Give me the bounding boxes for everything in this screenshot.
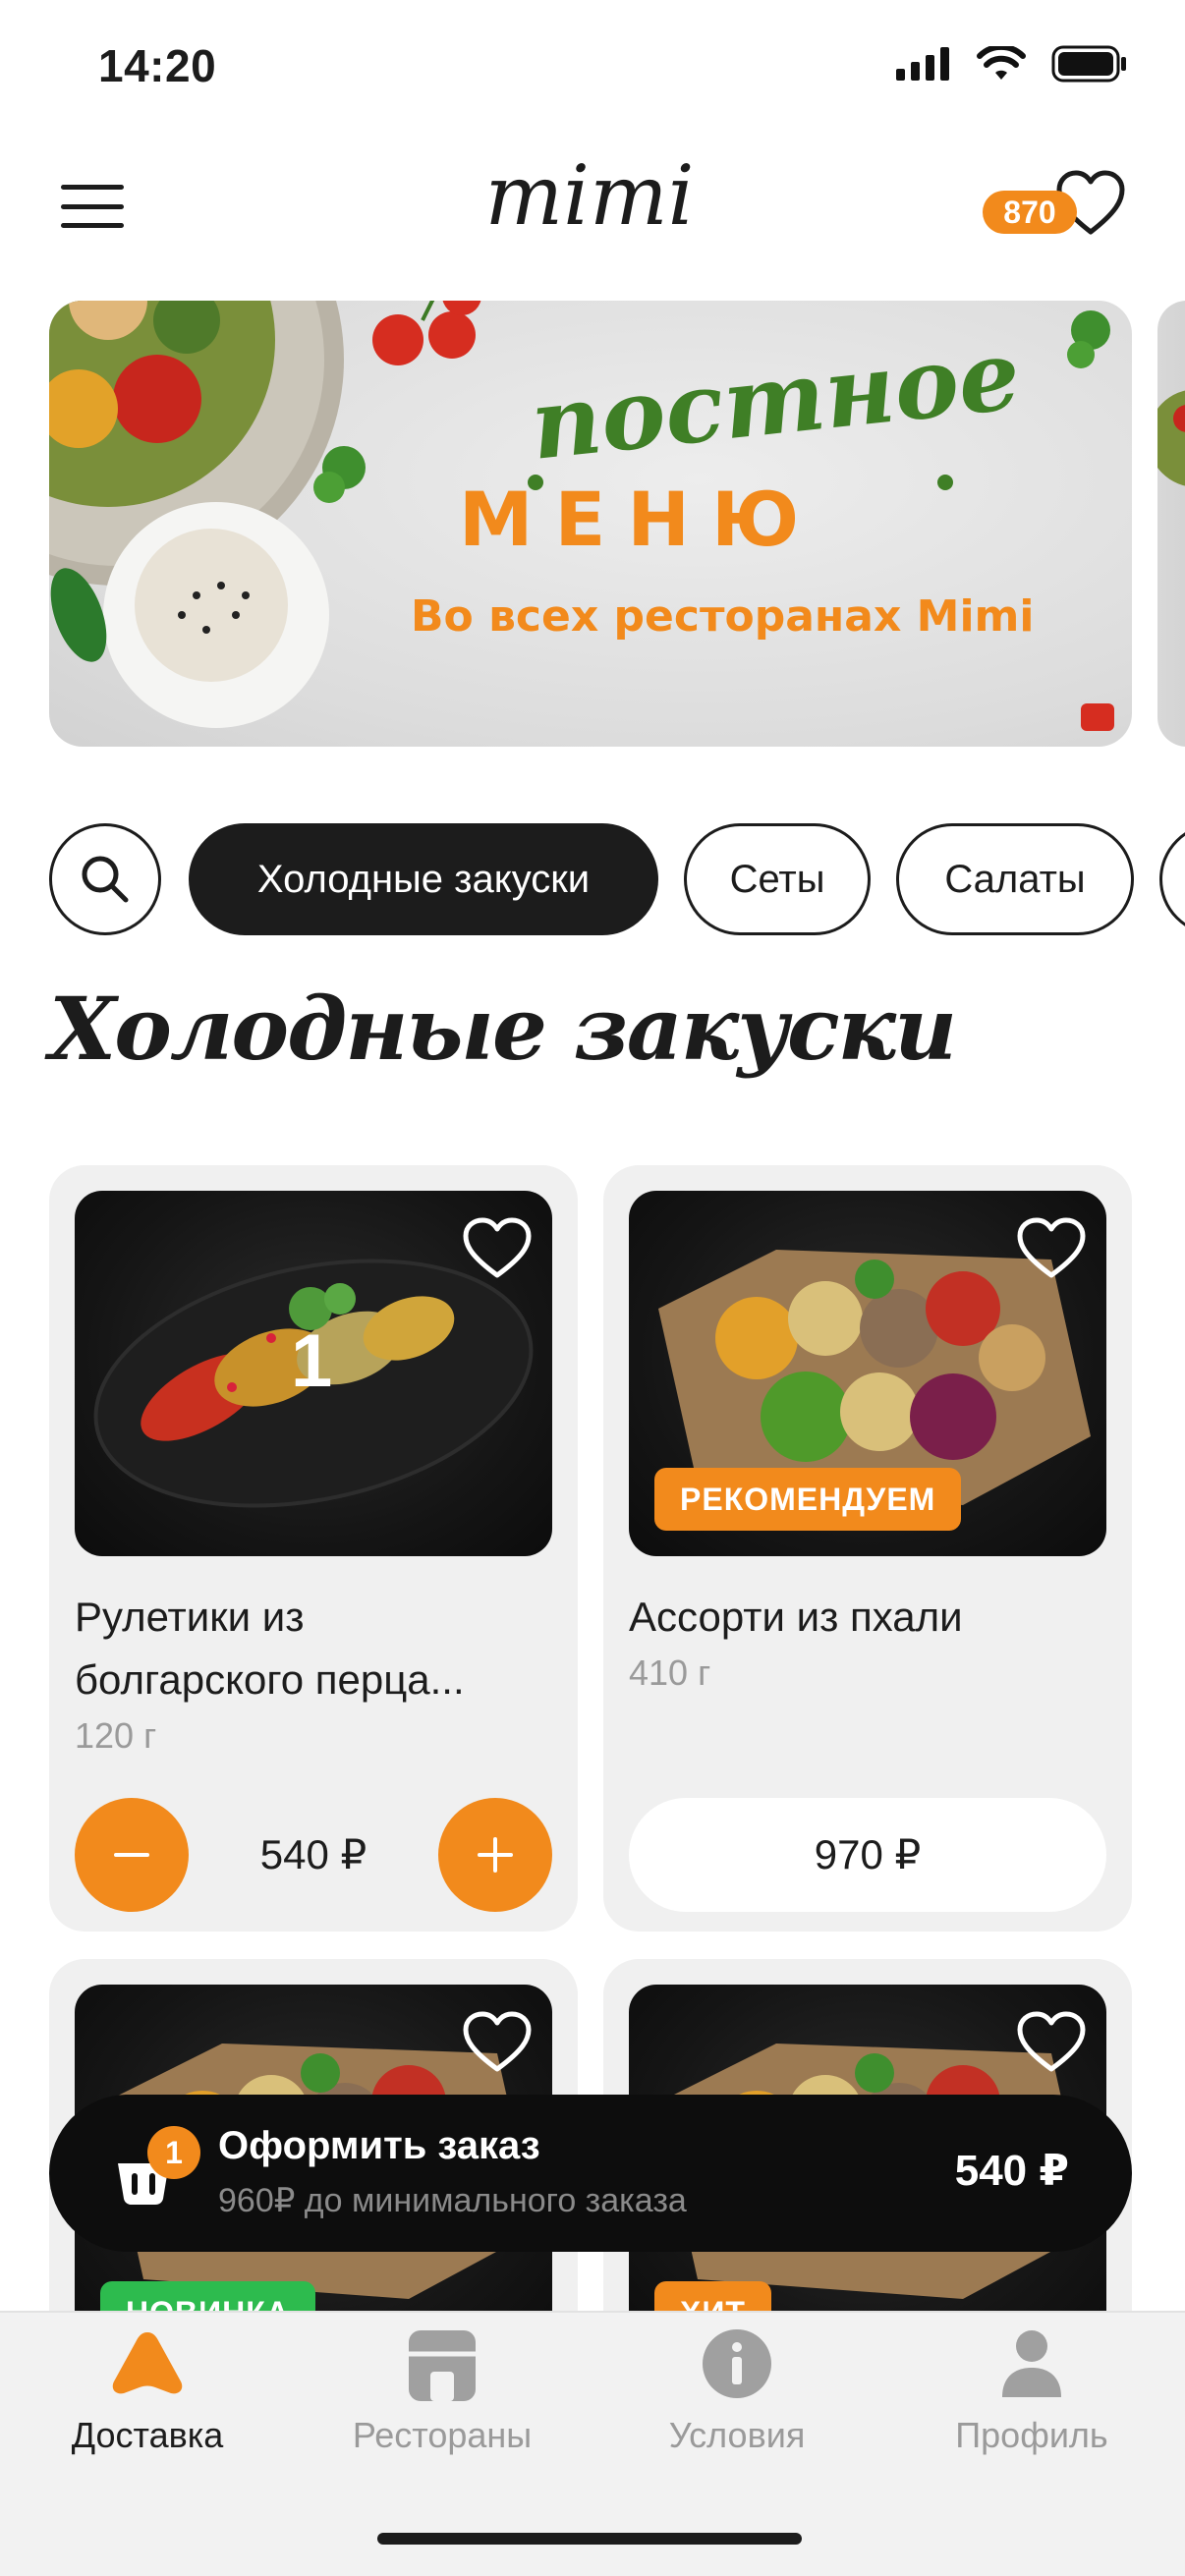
category-chips: Холодные закуски Сеты Салаты bbox=[49, 823, 1185, 937]
delivery-icon bbox=[112, 2332, 183, 2394]
tab-label: Профиль bbox=[955, 2415, 1108, 2455]
chip-sets[interactable]: Сеты bbox=[684, 823, 871, 935]
mimi-logo[interactable]: mimi bbox=[393, 157, 786, 246]
favorite-heart-icon[interactable] bbox=[462, 2010, 533, 2075]
product-image[interactable]: РЕКОМЕНДУЕМ bbox=[629, 1191, 1106, 1556]
favorite-heart-icon[interactable] bbox=[1016, 2010, 1087, 2075]
plus-icon bbox=[478, 1837, 513, 1873]
tab-label: Доставка bbox=[71, 2415, 224, 2455]
status-time: 14:20 bbox=[98, 40, 217, 91]
banner-script-text: постное bbox=[526, 318, 1025, 482]
tab-conditions[interactable]: Условия bbox=[590, 2313, 884, 2499]
recommended-badge: РЕКОМЕНДУЕМ bbox=[654, 1468, 962, 1531]
promo-banner[interactable]: постное МЕНЮ Во всех ресторанах Mimi bbox=[49, 301, 1132, 747]
product-image[interactable]: 1 bbox=[75, 1191, 552, 1556]
in-cart-quantity: 1 bbox=[291, 1319, 333, 1403]
product-card[interactable]: 1 Рулетики из болгарского перца... 120 г… bbox=[49, 1165, 578, 1932]
product-name: Рулетики из болгарского перца... bbox=[75, 1594, 465, 1703]
tab-delivery[interactable]: Доставка bbox=[0, 2313, 295, 2499]
section-title: Холодные закуски bbox=[49, 978, 957, 1080]
favorite-heart-icon[interactable] bbox=[1016, 1216, 1087, 1281]
banner-subtitle: Во всех ресторанах Mimi bbox=[411, 591, 1035, 642]
home-indicator[interactable] bbox=[377, 2533, 802, 2545]
banner-headline: МЕНЮ bbox=[458, 476, 821, 563]
checkout-minimum-note: 960₽ до минимального заказа bbox=[218, 2182, 687, 2219]
favorites-count-badge: 870 bbox=[983, 191, 1077, 234]
favorite-heart-icon[interactable] bbox=[462, 1216, 533, 1281]
restaurant-icon bbox=[409, 2330, 476, 2401]
checkout-title: Оформить заказ bbox=[218, 2124, 540, 2167]
product-name: Ассорти из пхали bbox=[629, 1594, 963, 1640]
status-icons bbox=[896, 45, 1128, 83]
checkout-total: 540 ₽ bbox=[954, 2147, 1069, 2195]
chip-salads[interactable]: Салаты bbox=[896, 823, 1134, 935]
hamburger-menu-button[interactable] bbox=[61, 185, 124, 228]
search-button[interactable] bbox=[49, 823, 161, 935]
search-icon bbox=[82, 856, 129, 903]
menu-line bbox=[61, 203, 124, 209]
logo-text: mimi bbox=[484, 157, 694, 244]
menu-line bbox=[61, 223, 124, 228]
next-banner-preview[interactable] bbox=[1157, 301, 1185, 747]
product-weight: 120 г bbox=[75, 1715, 157, 1756]
tab-restaurants[interactable]: Рестораны bbox=[295, 2313, 590, 2499]
tab-profile[interactable]: Профиль bbox=[884, 2313, 1179, 2499]
product-weight: 410 г bbox=[629, 1652, 711, 1693]
product-card[interactable]: РЕКОМЕНДУЕМ Ассорти из пхали 410 г 970 ₽ bbox=[603, 1165, 1132, 1932]
food-illustration bbox=[1157, 390, 1185, 486]
increase-button[interactable] bbox=[438, 1798, 552, 1912]
info-icon bbox=[703, 2329, 771, 2398]
tab-label: Рестораны bbox=[352, 2415, 533, 2455]
signal-icon bbox=[896, 47, 949, 81]
cart-count-badge: 1 bbox=[147, 2126, 200, 2179]
checkout-bar[interactable]: 1 Оформить заказ 960₽ до минимального за… bbox=[49, 2095, 1132, 2252]
add-to-cart-button[interactable]: 970 ₽ bbox=[629, 1798, 1106, 1912]
profile-icon bbox=[1002, 2330, 1061, 2397]
wifi-icon bbox=[977, 46, 1026, 80]
tab-label: Условия bbox=[668, 2415, 806, 2455]
chip-cold-appetizers[interactable]: Холодные закуски bbox=[189, 823, 658, 935]
menu-line bbox=[61, 185, 124, 190]
battery-icon bbox=[1051, 45, 1126, 83]
chip-next[interactable] bbox=[1159, 823, 1185, 935]
favorites-button[interactable]: 870 bbox=[983, 165, 1130, 253]
quantity-stepper: 540 ₽ bbox=[75, 1798, 552, 1912]
